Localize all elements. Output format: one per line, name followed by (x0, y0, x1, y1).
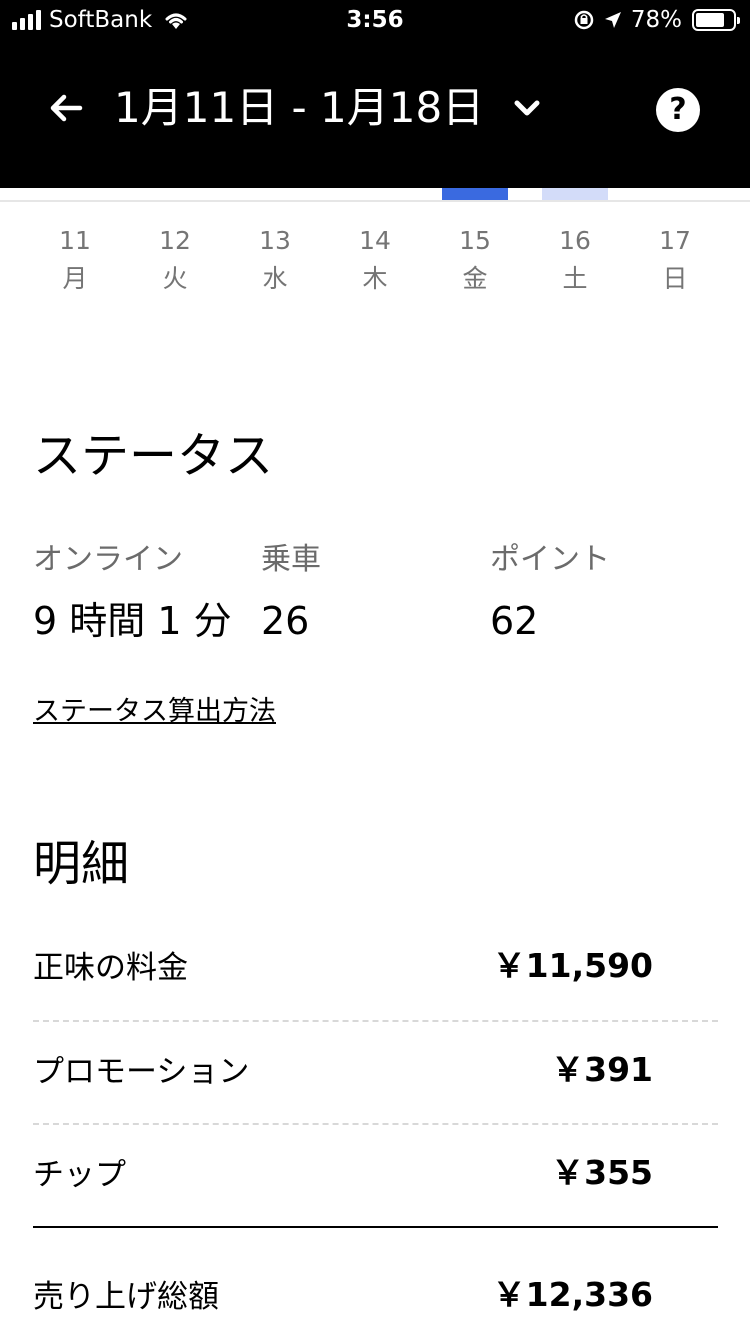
day-item[interactable]: 12 火 (125, 222, 225, 298)
day-item[interactable]: 17 日 (625, 222, 725, 298)
breakdown-section-title: 明細 (33, 836, 130, 892)
divider (0, 200, 750, 202)
day-number: 16 (559, 226, 591, 255)
stat-points-value: 62 (490, 599, 539, 643)
day-number: 13 (259, 226, 291, 255)
back-arrow-icon[interactable] (44, 86, 88, 130)
breakdown-row-value: ￥11,590 (492, 946, 653, 985)
chevron-down-icon (514, 100, 540, 116)
battery-nub (737, 17, 740, 24)
date-range-label: 1月11日 - 1月18日 (114, 83, 485, 132)
status-bar: SoftBank 3:56 78% (0, 0, 750, 40)
day-weekday: 土 (562, 264, 588, 293)
day-number: 14 (359, 226, 391, 255)
rotation-lock-icon (574, 10, 594, 30)
app-header: 1月11日 - 1月18日 ? (0, 40, 750, 188)
day-number: 11 (59, 226, 91, 255)
total-label: 売り上げ総額 (33, 1279, 219, 1315)
stat-online-label: オンライン (33, 542, 183, 577)
status-bar-right: 78% (573, 6, 740, 34)
day-item[interactable]: 11 月 (25, 222, 125, 298)
day-weekday: 水 (262, 264, 288, 293)
stat-points-label: ポイント (490, 542, 610, 577)
day-item[interactable]: 14 木 (325, 222, 425, 298)
stat-rides: 乗車 26 (261, 540, 321, 646)
status-method-link[interactable]: ステータス算出方法 (33, 694, 276, 730)
row-divider (33, 1020, 718, 1022)
breakdown-row-label: チップ (33, 1157, 126, 1193)
row-divider (33, 1123, 718, 1125)
date-range-selector[interactable]: 1月11日 - 1月18日 (114, 82, 542, 134)
stat-points: ポイント 62 (490, 540, 610, 646)
day-weekday: 日 (662, 264, 688, 293)
stat-online-value: 9 時間 1 分 (33, 599, 232, 643)
battery-percent: 78% (630, 7, 682, 33)
day-item[interactable]: 13 水 (225, 222, 325, 298)
day-number: 17 (659, 226, 691, 255)
battery-fill (696, 13, 724, 27)
day-strip: 11 月 12 火 13 水 14 木 15 金 16 土 17 日 (25, 222, 725, 298)
day-number: 15 (459, 226, 491, 255)
day-weekday: 火 (162, 264, 188, 293)
help-button[interactable]: ? (656, 88, 700, 132)
day-number: 12 (159, 226, 191, 255)
breakdown-row-value: ￥355 (551, 1153, 653, 1192)
status-section-title: ステータス (33, 428, 274, 484)
day-weekday: 金 (462, 264, 488, 293)
breakdown-row-label: 正味の料金 (33, 950, 188, 986)
breakdown-row-label: プロモーション (33, 1054, 250, 1090)
breakdown-row-value: ￥391 (551, 1050, 653, 1089)
total-value: ￥12,336 (492, 1275, 653, 1314)
day-item[interactable]: 15 金 (425, 222, 525, 298)
battery-icon (692, 9, 740, 31)
day-weekday: 月 (62, 264, 88, 293)
day-weekday: 木 (362, 264, 388, 293)
stat-rides-value: 26 (261, 599, 310, 643)
stat-rides-label: 乗車 (261, 542, 321, 577)
day-item[interactable]: 16 土 (525, 222, 625, 298)
location-arrow-icon (604, 12, 621, 28)
stat-online: オンライン 9 時間 1 分 (33, 540, 232, 646)
total-divider (33, 1226, 718, 1228)
